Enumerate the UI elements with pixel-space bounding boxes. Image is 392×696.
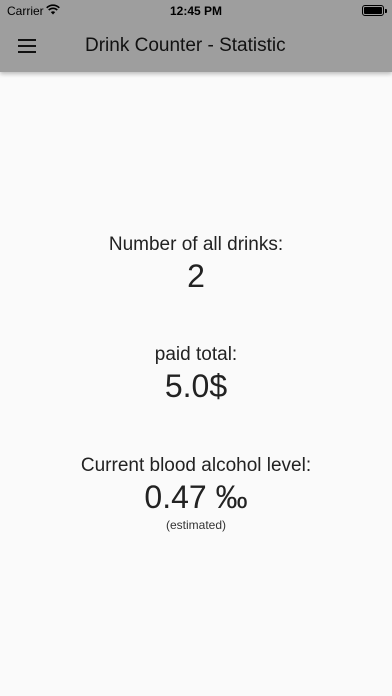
bac-value: 0.47 ‰ — [144, 479, 248, 515]
drinks-stat: Number of all drinks: 2 — [0, 234, 392, 295]
paid-value: 5.0$ — [164, 368, 228, 404]
app-bar: Carrier 12:45 PM Drink Counter - Statist… — [0, 0, 392, 72]
bac-stat: Current blood alcohol level: 0.47 ‰ (est… — [0, 455, 392, 532]
drinks-value: 2 — [187, 258, 205, 294]
bac-note: (estimated) — [165, 518, 227, 532]
paid-stat: paid total: 5.0$ — [0, 344, 392, 405]
bac-label: Current blood alcohol level: — [80, 455, 312, 476]
drinks-label: Number of all drinks: — [108, 234, 284, 255]
status-time: 12:45 PM — [169, 4, 223, 18]
menu-button[interactable] — [10, 30, 44, 62]
battery-icon — [362, 5, 387, 16]
page-title: Drink Counter - Statistic — [85, 35, 286, 56]
hamburger-menu-icon — [18, 39, 36, 41]
paid-label: paid total: — [154, 344, 238, 365]
status-bar: Carrier 12:45 PM — [0, 0, 392, 22]
